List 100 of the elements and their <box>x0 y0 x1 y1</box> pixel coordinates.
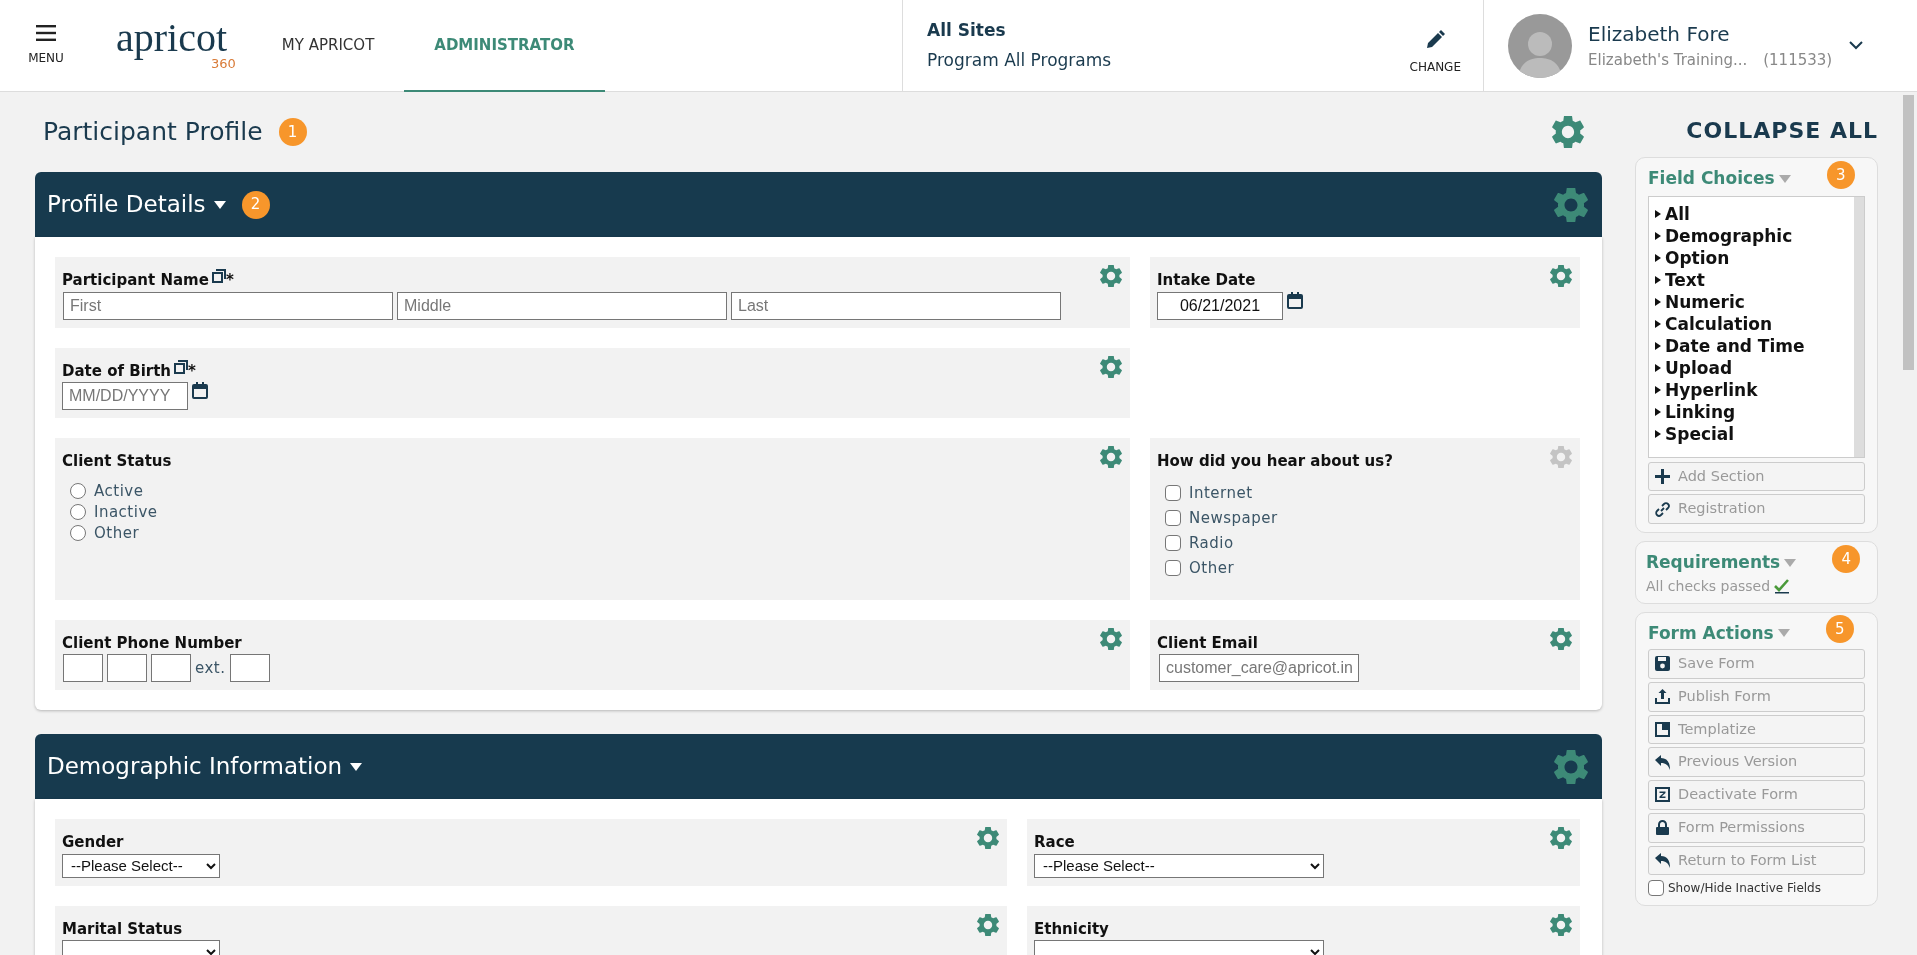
dropdown[interactable]: --Please Select-- <box>62 853 220 878</box>
caret-down-icon[interactable] <box>213 200 226 209</box>
caret-right-icon[interactable] <box>1655 319 1661 328</box>
radio-button[interactable] <box>70 504 86 520</box>
field-type-item[interactable]: Text <box>1665 268 1705 291</box>
settings-icon[interactable] <box>1552 116 1584 148</box>
caret-down-icon[interactable] <box>350 762 363 771</box>
caret-right-icon[interactable] <box>1655 297 1661 306</box>
field-type-item[interactable]: Special <box>1665 422 1735 445</box>
caret-right-icon[interactable] <box>1655 275 1661 284</box>
field-type-item[interactable]: All <box>1665 202 1690 225</box>
phone-input[interactable] <box>151 654 191 682</box>
settings-icon[interactable] <box>1550 627 1572 650</box>
field-label: Gender <box>62 832 124 853</box>
section-title: Demographic Information <box>47 752 343 782</box>
settings-icon[interactable] <box>1100 446 1122 468</box>
calendar-icon[interactable] <box>192 382 208 399</box>
caret-right-icon[interactable] <box>1655 407 1661 416</box>
settings-icon[interactable] <box>977 827 999 849</box>
calendar-icon[interactable] <box>1287 291 1303 309</box>
menu-icon <box>36 24 56 41</box>
field-label: Client Phone Number <box>62 632 242 654</box>
caret-right-icon[interactable] <box>1655 429 1661 438</box>
phone-input[interactable] <box>107 654 147 682</box>
field-label: Client Status <box>62 451 172 472</box>
settings-icon[interactable] <box>1100 627 1122 650</box>
radio-button[interactable] <box>70 525 86 541</box>
option-label: Radio <box>1189 532 1234 554</box>
checkmark-icon <box>1774 578 1791 594</box>
required-mark: * <box>188 360 196 382</box>
checkbox[interactable] <box>1165 535 1181 551</box>
checkbox[interactable] <box>1648 880 1664 897</box>
undo-arrow-icon <box>1655 852 1670 868</box>
caret-right-icon[interactable] <box>1655 231 1661 240</box>
field-type-item[interactable]: Numeric <box>1665 290 1745 313</box>
date-input[interactable]: MM/DD/YYYY <box>62 382 188 410</box>
settings-icon[interactable] <box>1100 355 1122 378</box>
upload-icon <box>1655 689 1670 705</box>
section-header[interactable]: Demographic Information <box>35 734 1602 799</box>
field-label: Intake Date <box>1157 270 1256 291</box>
user-name: Elizabeth Fore <box>1588 21 1731 49</box>
document-icon <box>1655 721 1670 737</box>
field-label: Client Email <box>1157 632 1258 654</box>
nav-tab[interactable]: MY APRICOT <box>251 0 405 92</box>
menu-button[interactable]: MENU <box>0 0 92 91</box>
checkbox[interactable] <box>1165 560 1181 576</box>
checkbox[interactable] <box>1165 485 1181 501</box>
date-input[interactable]: 06/21/2021 <box>1157 291 1283 320</box>
option-label: Active <box>94 480 144 502</box>
text-input[interactable]: First <box>63 291 393 320</box>
section-title: Profile Details <box>47 190 206 220</box>
logo-subtext: 360 <box>211 55 236 73</box>
caret-right-icon[interactable] <box>1655 363 1661 372</box>
panel-title[interactable]: Requirements <box>1646 550 1781 576</box>
copy-icon <box>174 359 188 374</box>
collapse-all-button[interactable]: COLLAPSE ALL <box>1635 114 1878 147</box>
checkbox[interactable] <box>1165 510 1181 526</box>
caret-right-icon[interactable] <box>1655 253 1661 262</box>
panel-title[interactable]: Field Choices <box>1648 166 1775 192</box>
phone-input[interactable] <box>229 654 270 682</box>
step-badge: 3 <box>1826 160 1855 189</box>
settings-icon[interactable] <box>977 913 999 936</box>
step-badge: 4 <box>1832 544 1861 573</box>
settings-icon[interactable] <box>1554 749 1588 784</box>
field-type-item[interactable]: Date and Time <box>1665 334 1805 357</box>
caret-right-icon[interactable] <box>1655 385 1661 394</box>
change-button[interactable]: CHANGE <box>1403 28 1467 77</box>
settings-icon[interactable] <box>1100 265 1122 287</box>
settings-icon[interactable] <box>1550 827 1572 849</box>
field-type-item[interactable]: Upload <box>1665 356 1733 379</box>
dropdown[interactable]: --Please Select-- <box>1034 853 1324 878</box>
option-label: Other <box>1189 557 1235 579</box>
email-input[interactable]: customer_care@apricot.in <box>1159 654 1359 682</box>
field-type-item[interactable]: Option <box>1665 246 1730 269</box>
option-label: Other <box>94 522 140 544</box>
settings-icon[interactable] <box>1554 187 1588 222</box>
scrollbar[interactable] <box>1854 196 1864 457</box>
program-name: Program All Programs <box>927 48 1113 72</box>
link-icon <box>1655 501 1670 517</box>
field-label: How did you hear about us? <box>1157 451 1393 472</box>
caret-right-icon[interactable] <box>1655 341 1661 350</box>
pencil-icon <box>1425 29 1446 50</box>
field-type-item[interactable]: Calculation <box>1665 312 1772 335</box>
settings-icon[interactable] <box>1550 265 1572 287</box>
field-label: Ethnicity <box>1034 918 1109 940</box>
text-input[interactable]: Middle <box>397 291 727 320</box>
step-badge: 1 <box>278 118 307 146</box>
panel-title[interactable]: Form Actions <box>1648 620 1774 646</box>
field-type-item[interactable]: Hyperlink <box>1665 378 1758 401</box>
radio-button[interactable] <box>70 483 86 499</box>
field-label: Race <box>1034 832 1075 853</box>
phone-input[interactable] <box>63 654 103 682</box>
chevron-down-icon[interactable] <box>1849 41 1863 50</box>
nav-tab[interactable]: ADMINISTRATOR <box>404 0 605 92</box>
caret-right-icon[interactable] <box>1655 209 1661 218</box>
field-type-item[interactable]: Demographic <box>1665 224 1793 247</box>
field-type-item[interactable]: Linking <box>1665 400 1736 423</box>
text-input[interactable]: Last <box>731 291 1061 320</box>
section-header[interactable]: Profile Details 2 <box>35 172 1602 237</box>
settings-icon[interactable] <box>1550 913 1572 936</box>
